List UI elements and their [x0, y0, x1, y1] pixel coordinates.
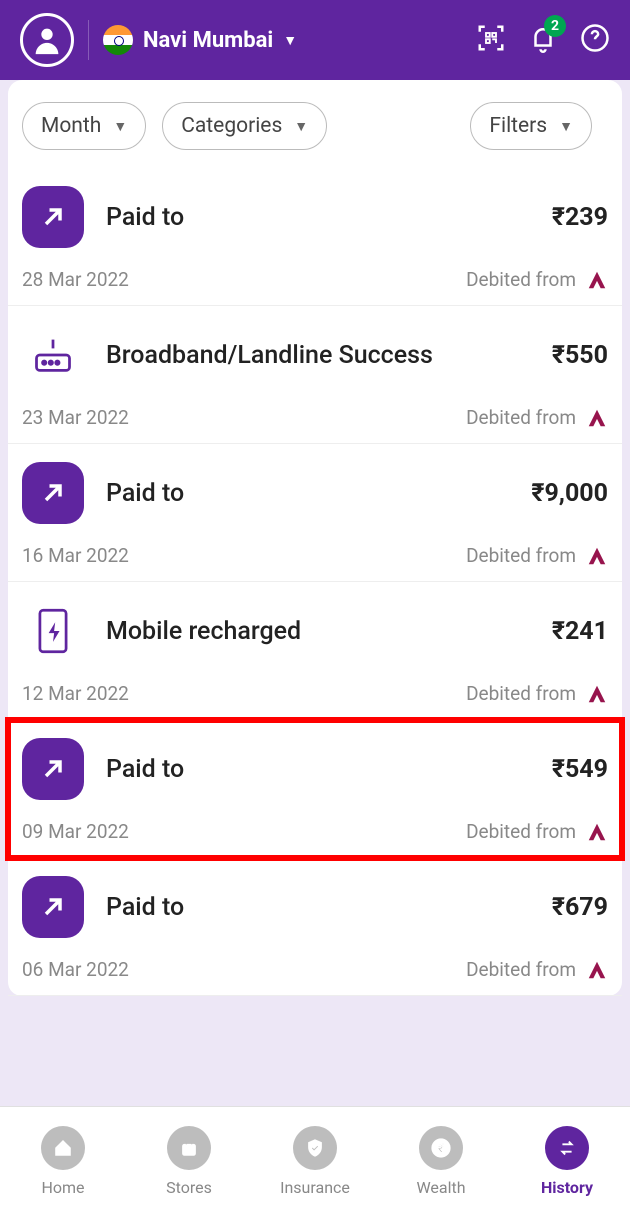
nav-stores[interactable]: Stores [126, 1111, 252, 1211]
help-icon [580, 23, 610, 53]
history-card: Month ▼ Categories ▼ Filters ▼ Paid to₹2… [8, 80, 622, 996]
axis-bank-icon [586, 821, 608, 843]
arrow-outgoing-icon [39, 755, 67, 783]
notification-badge: 2 [544, 15, 566, 37]
india-flag-icon [103, 25, 133, 55]
transaction-amount: ₹9,000 [531, 479, 608, 508]
transaction-source: Debited from [466, 268, 576, 291]
filters-button[interactable]: Filters ▼ [470, 102, 592, 150]
qr-scan-icon [476, 23, 506, 53]
filter-bar: Month ▼ Categories ▼ Filters ▼ [8, 80, 622, 168]
bank-logo [586, 821, 608, 843]
app-header: Navi Mumbai ▼ 2 [0, 0, 630, 80]
transaction-amount: ₹549 [552, 755, 608, 784]
transaction-source: Debited from [466, 406, 576, 429]
notifications-button[interactable]: 2 [528, 23, 558, 57]
bank-logo [586, 545, 608, 567]
chevron-down-icon: ▼ [294, 118, 308, 135]
nav-insurance-label: Insurance [280, 1178, 350, 1197]
transaction-icon [22, 324, 84, 386]
nav-home[interactable]: Home [0, 1111, 126, 1211]
location-selector[interactable]: Navi Mumbai ▼ [143, 28, 297, 53]
arrow-outgoing-icon [39, 893, 67, 921]
categories-filter[interactable]: Categories ▼ [162, 102, 327, 150]
transaction-amount: ₹239 [552, 203, 608, 232]
axis-bank-icon [586, 959, 608, 981]
categories-filter-label: Categories [181, 114, 282, 138]
transaction-date: 16 Mar 2022 [22, 544, 129, 567]
header-divider [88, 20, 89, 60]
transactions-list: Paid to₹23928 Mar 2022Debited fromBroadb… [8, 168, 622, 996]
axis-bank-icon [586, 269, 608, 291]
month-filter-label: Month [41, 114, 101, 138]
help-button[interactable] [580, 23, 610, 57]
transaction-icon [22, 876, 84, 938]
transaction-icon [22, 186, 84, 248]
arrow-outgoing-icon [39, 479, 67, 507]
transaction-source: Debited from [466, 544, 576, 567]
transaction-title: Mobile recharged [106, 617, 552, 646]
transaction-icon [22, 600, 84, 662]
bottom-nav: Home Stores Insurance ₹ Wealth History [0, 1106, 630, 1211]
bank-logo [586, 959, 608, 981]
transaction-title: Paid to [106, 893, 552, 922]
swap-icon [556, 1137, 578, 1159]
axis-bank-icon [586, 407, 608, 429]
router-icon [31, 333, 75, 377]
month-filter[interactable]: Month ▼ [22, 102, 146, 150]
bag-icon [178, 1137, 200, 1159]
bank-logo [586, 683, 608, 705]
axis-bank-icon [586, 683, 608, 705]
transaction-icon [22, 738, 84, 800]
filters-label: Filters [489, 114, 547, 138]
transaction-amount: ₹679 [552, 893, 608, 922]
transaction-row[interactable]: Paid to₹679 06 Mar 2022 Debited from [8, 858, 622, 996]
svg-text:₹: ₹ [438, 1141, 445, 1156]
transaction-icon [22, 462, 84, 524]
nav-wealth[interactable]: ₹ Wealth [378, 1111, 504, 1211]
transaction-row[interactable]: Paid to₹549 09 Mar 2022 Debited from [8, 720, 622, 858]
nav-stores-label: Stores [166, 1178, 212, 1197]
transaction-amount: ₹241 [552, 617, 608, 646]
chevron-down-icon: ▼ [113, 118, 127, 135]
transaction-source: Debited from [466, 820, 576, 843]
shield-icon [304, 1137, 326, 1159]
transaction-row[interactable]: Mobile recharged₹241 12 Mar 2022 Debited f… [8, 582, 622, 720]
nav-history-label: History [541, 1178, 593, 1197]
transaction-date: 28 Mar 2022 [22, 268, 129, 291]
transaction-row[interactable]: Paid to₹239 28 Mar 2022 Debited from [8, 168, 622, 306]
bank-logo [586, 407, 608, 429]
transaction-row[interactable]: Paid to₹9,000 16 Mar 2022 Debited from [8, 444, 622, 582]
arrow-outgoing-icon [39, 203, 67, 231]
transaction-amount: ₹550 [552, 341, 608, 370]
location-label: Navi Mumbai [143, 28, 273, 53]
user-icon [30, 23, 64, 57]
rupee-icon: ₹ [430, 1137, 452, 1159]
transaction-title: Broadband/Landline Success [106, 341, 552, 370]
nav-insurance[interactable]: Insurance [252, 1111, 378, 1211]
chevron-down-icon: ▼ [283, 32, 297, 49]
transaction-date: 12 Mar 2022 [22, 682, 129, 705]
home-icon [52, 1137, 74, 1159]
profile-avatar[interactable] [20, 13, 74, 67]
mobile-recharge-icon [36, 607, 70, 655]
transaction-date: 23 Mar 2022 [22, 406, 129, 429]
nav-history[interactable]: History [504, 1111, 630, 1211]
transaction-source: Debited from [466, 682, 576, 705]
transaction-row[interactable]: Broadband/Landline Success₹550 23 Mar 202… [8, 306, 622, 444]
axis-bank-icon [586, 545, 608, 567]
transaction-date: 09 Mar 2022 [22, 820, 129, 843]
transaction-date: 06 Mar 2022 [22, 958, 129, 981]
qr-scan-button[interactable] [476, 23, 506, 57]
transaction-title: Paid to [106, 203, 552, 232]
nav-wealth-label: Wealth [416, 1178, 465, 1197]
main-content: Month ▼ Categories ▼ Filters ▼ Paid to₹2… [0, 80, 630, 1106]
transaction-title: Paid to [106, 755, 552, 784]
chevron-down-icon: ▼ [559, 118, 573, 135]
transaction-title: Paid to [106, 479, 531, 508]
bank-logo [586, 269, 608, 291]
nav-home-label: Home [41, 1178, 84, 1197]
transaction-source: Debited from [466, 958, 576, 981]
